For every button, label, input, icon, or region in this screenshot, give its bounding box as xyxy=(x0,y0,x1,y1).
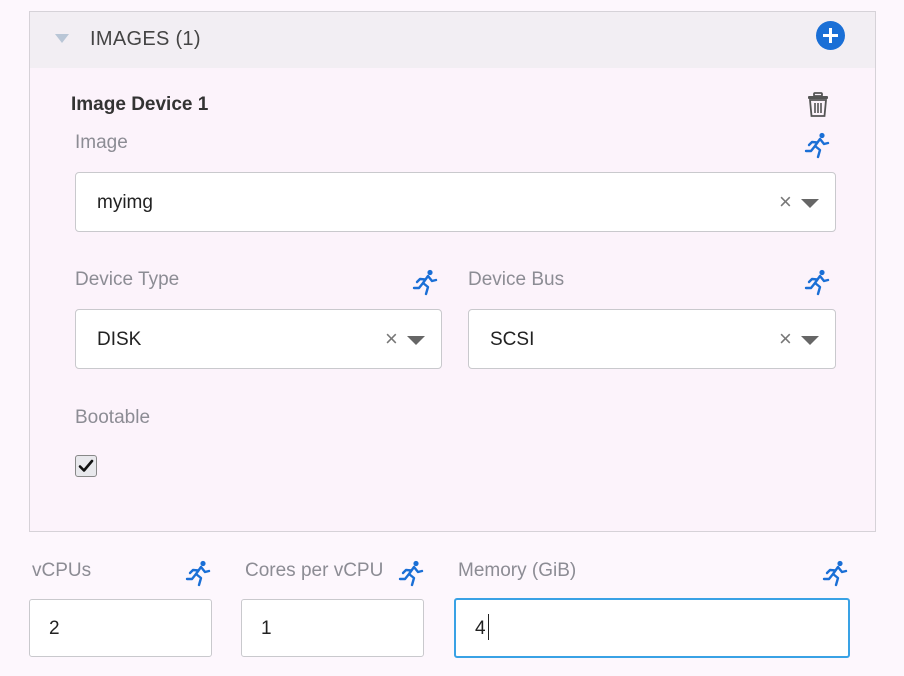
bootable-checkbox[interactable] xyxy=(75,455,97,477)
running-man-icon[interactable] xyxy=(411,268,439,296)
text-cursor xyxy=(488,614,489,640)
device-type-clear-icon[interactable]: × xyxy=(385,326,398,352)
device-type-select[interactable]: DISK × xyxy=(75,309,442,369)
chevron-down-icon[interactable] xyxy=(801,336,819,345)
vcpus-value: 2 xyxy=(49,618,60,639)
device-bus-value: SCSI xyxy=(490,329,535,350)
device-type-value: DISK xyxy=(97,329,142,350)
image-device-title: Image Device 1 xyxy=(71,94,209,115)
trash-icon[interactable] xyxy=(807,92,829,118)
chevron-down-icon[interactable] xyxy=(801,199,819,208)
device-bus-clear-icon[interactable]: × xyxy=(779,326,792,352)
vcpus-label: vCPUs xyxy=(32,560,92,581)
image-label: Image xyxy=(75,132,128,153)
memory-label: Memory (GiB) xyxy=(458,560,577,581)
device-bus-label: Device Bus xyxy=(468,269,565,290)
running-man-icon[interactable] xyxy=(821,559,849,587)
memory-input[interactable]: 4 xyxy=(454,598,850,658)
image-select[interactable]: myimg × xyxy=(75,172,836,232)
cores-per-vcpu-label: Cores per vCPU xyxy=(245,560,384,581)
device-bus-select[interactable]: SCSI × xyxy=(468,309,836,369)
image-clear-icon[interactable]: × xyxy=(779,189,792,215)
bootable-label: Bootable xyxy=(75,407,151,428)
images-panel-title: IMAGES (1) xyxy=(90,28,201,50)
images-panel: IMAGES (1) Image Device 1 Image myimg × … xyxy=(29,11,876,532)
device-type-label: Device Type xyxy=(75,269,180,290)
image-select-value: myimg xyxy=(97,192,153,213)
running-man-icon[interactable] xyxy=(803,268,831,296)
chevron-down-icon[interactable] xyxy=(407,336,425,345)
add-image-button[interactable] xyxy=(816,21,845,50)
running-man-icon[interactable] xyxy=(397,559,425,587)
cores-value: 1 xyxy=(261,618,272,639)
memory-value: 4 xyxy=(475,618,486,639)
running-man-icon[interactable] xyxy=(803,131,831,159)
running-man-icon[interactable] xyxy=(184,559,212,587)
images-panel-header[interactable]: IMAGES (1) xyxy=(30,12,875,68)
checkmark-icon xyxy=(78,459,94,472)
vcpus-input[interactable]: 2 xyxy=(29,599,212,657)
collapse-caret-icon[interactable] xyxy=(55,34,69,43)
cores-per-vcpu-input[interactable]: 1 xyxy=(241,599,424,657)
